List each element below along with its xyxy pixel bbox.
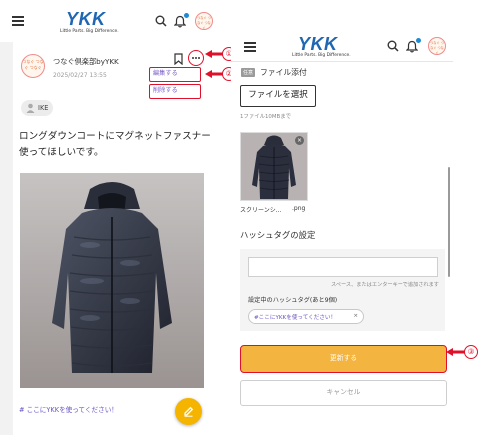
logo-tagline: Little Parts. Big Difference. [60, 29, 119, 34]
hashtag-input[interactable] [248, 257, 438, 277]
user-avatar[interactable]: つなぐ つなぐ つなぐ [428, 37, 446, 55]
jacket-photo[interactable] [20, 173, 204, 388]
logo-tagline: Little Parts. Big Difference. [292, 53, 351, 58]
pencil-icon [184, 406, 194, 417]
attachment-thumbnail[interactable]: × [240, 132, 308, 201]
compose-button[interactable] [175, 398, 202, 425]
hashtag-chip-label: #ここにYKKを使ってください！ [254, 314, 337, 321]
post-body-line-2: 使ってほしいです。 [19, 147, 104, 158]
app-header: YKK Little Parts. Big Difference. つなぐ つな… [0, 0, 218, 42]
post-body-line-1: ロングダウンコートにマグネットファスナー [19, 131, 211, 142]
tagged-user-name: IKE [38, 104, 49, 112]
ykk-logo[interactable]: YKK [66, 9, 106, 30]
hashtag-chip-remove-icon[interactable]: × [353, 313, 358, 319]
hashtag-count-label: 設定中のハッシュタグ(あと9個) [248, 297, 338, 304]
edit-menu-item[interactable]: 編集する [149, 67, 201, 82]
search-icon[interactable] [155, 15, 167, 27]
more-dots-icon [192, 57, 194, 59]
update-button[interactable]: 更新する [240, 345, 447, 373]
ykk-logo[interactable]: YKK [298, 34, 338, 55]
notification-dot [416, 38, 421, 43]
remove-attachment-button[interactable]: × [295, 136, 304, 145]
hamburger-menu-icon[interactable] [244, 42, 256, 44]
tagged-user-chip[interactable]: IKE [21, 100, 53, 116]
hashtag-settings-panel: スペース、またはエンターキーで追加されます 設定中のハッシュタグ(あと9個) #… [240, 249, 445, 331]
choose-file-button[interactable]: ファイルを選択 [240, 85, 316, 107]
post-card: つなぐ つなぐ つなぐ つなぐ倶楽部byYKK 2025/02/27 13:55… [13, 42, 218, 435]
hashtag-chip[interactable]: #ここにYKKを使ってください！ × [248, 309, 364, 324]
author-avatar[interactable]: つなぐ つなぐ つなぐ [21, 54, 45, 78]
user-avatar[interactable]: つなぐ つなぐ つなぐ [195, 12, 213, 30]
delete-menu-item[interactable]: 削除する [149, 84, 201, 99]
author-name[interactable]: つなぐ倶楽部byYKK [53, 57, 119, 67]
hashtag-help-text: スペース、またはエンターキーで追加されます [330, 282, 439, 288]
more-options-button[interactable] [188, 50, 204, 66]
callout-3-badge: ③ [464, 345, 478, 359]
header-divider [231, 61, 453, 62]
hashtag-section-title: ハッシュタグの設定 [240, 230, 316, 240]
user-icon [26, 103, 35, 113]
post-date: 2025/02/27 13:55 [53, 72, 107, 79]
hamburger-menu-icon[interactable] [12, 16, 24, 18]
post-hashtag-link[interactable]: # ここにYKKを使ってください！ [19, 404, 118, 414]
attachment-extension: .png [292, 205, 306, 212]
file-attach-label: ファイル添付 [260, 68, 307, 77]
bookmark-icon[interactable] [174, 53, 183, 65]
optional-badge: 任意 [241, 68, 256, 77]
callout-3-arrow [446, 348, 466, 356]
search-icon[interactable] [387, 40, 399, 52]
cancel-button[interactable]: キャンセル [240, 380, 447, 406]
file-size-note: 1ファイル10MBまで [240, 114, 291, 120]
scrollbar[interactable] [448, 167, 450, 277]
attachment-filename: スクリーンシ... [240, 207, 282, 214]
edit-post-screen: YKK Little Parts. Big Difference. つなぐ つな… [231, 27, 453, 435]
post-detail-screen: YKK Little Parts. Big Difference. つなぐ つな… [0, 0, 218, 435]
notification-dot [184, 13, 189, 18]
